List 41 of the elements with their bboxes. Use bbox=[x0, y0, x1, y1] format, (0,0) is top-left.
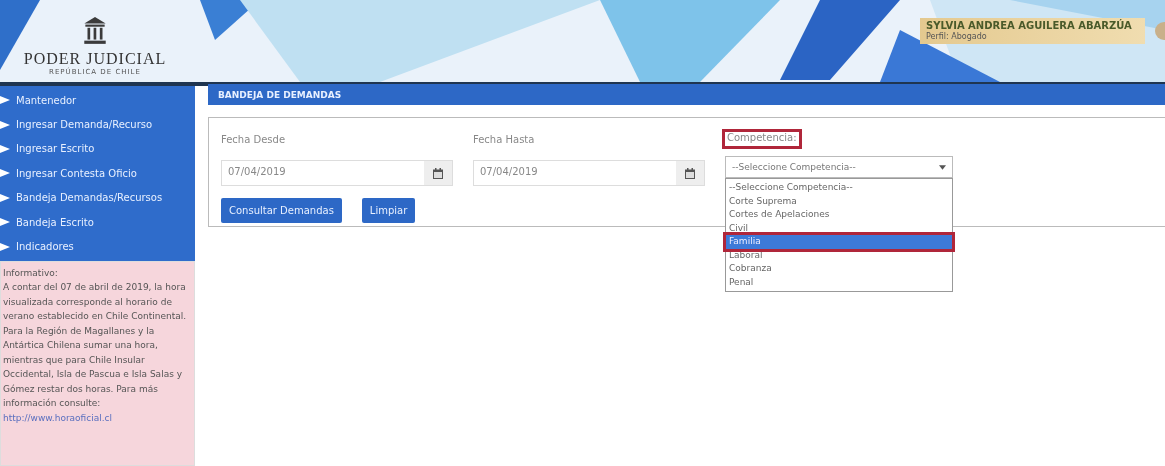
user-name: SYLVIA ANDREA AGUILERA ABARZÚA bbox=[926, 20, 1133, 32]
field-label: Fecha Desde bbox=[221, 134, 287, 147]
action-button[interactable]: Consultar Demandas bbox=[221, 198, 342, 223]
dropdown-option[interactable]: Laboral bbox=[726, 248, 952, 262]
sidebar-item[interactable]: Indicadores bbox=[0, 234, 195, 259]
sidebar-item[interactable]: Bandeja Demandas/Recursos bbox=[0, 185, 195, 210]
caret-icon bbox=[939, 164, 946, 170]
courthouse-icon bbox=[82, 16, 108, 46]
arrow-icon bbox=[0, 144, 10, 153]
arrow-icon bbox=[0, 169, 10, 178]
arrow-icon bbox=[0, 96, 10, 105]
logo-title: PODER JUDICIAL bbox=[23, 50, 167, 67]
notice-title: Informativo: bbox=[3, 266, 59, 280]
dropdown-option[interactable]: Penal bbox=[726, 275, 952, 289]
date-field[interactable]: 07/04/2019 bbox=[221, 160, 453, 186]
sidebar-item[interactable]: Ingresar Escrito bbox=[0, 136, 195, 162]
arrow-icon bbox=[0, 242, 10, 251]
sidebar-item[interactable]: Mantenedor bbox=[0, 88, 195, 113]
arrow-icon bbox=[0, 120, 10, 129]
calendar-icon[interactable] bbox=[433, 167, 443, 179]
dropdown-option[interactable]: Civil bbox=[726, 221, 952, 235]
arrow-icon bbox=[0, 218, 10, 227]
sidebar-item[interactable]: Ingresar Contesta Oficio bbox=[0, 161, 195, 186]
notice-text: A contar del 07 de abril de 2019, la hora visualizada corresponde al horario de verano establecido en Chile Continental. Para la Región de Magallanes y la Antártica Chilena sumar una hora, mientras que para Chile Insular Occidental, Isla de Pascua e Isla Salas y Gómez restar dos horas. Para más información consulte: http://www.horaoficial.cl bbox=[3, 281, 188, 425]
user-profile: Perfil: Abogado bbox=[926, 32, 988, 42]
dropdown-option[interactable]: Cortes de Apelaciones bbox=[726, 208, 952, 222]
dropdown-option[interactable]: Familia bbox=[726, 235, 952, 249]
dropdown-option[interactable]: Corte Suprema bbox=[726, 194, 952, 208]
action-button[interactable]: Limpiar bbox=[361, 198, 416, 223]
date-field[interactable]: 07/04/2019 bbox=[473, 160, 705, 186]
dropdown-option[interactable]: Cobranza bbox=[726, 262, 952, 276]
dropdown-option[interactable]: --Seleccione Competencia-- bbox=[726, 181, 952, 195]
sidebar-item[interactable]: Ingresar Demanda/Recurso bbox=[0, 112, 195, 137]
calendar-icon[interactable] bbox=[685, 167, 695, 179]
field-label: Competencia: bbox=[722, 129, 802, 149]
competencia-select[interactable]: --Seleccione Competencia-- bbox=[725, 156, 953, 178]
notice-link[interactable]: http://www.horaoficial.cl bbox=[3, 412, 113, 423]
field-label: Fecha Hasta bbox=[473, 134, 536, 147]
section-title: BANDEJA DE DEMANDAS bbox=[218, 89, 342, 100]
arrow-icon bbox=[0, 193, 10, 202]
sidebar-item[interactable]: Bandeja Escrito bbox=[0, 209, 195, 235]
